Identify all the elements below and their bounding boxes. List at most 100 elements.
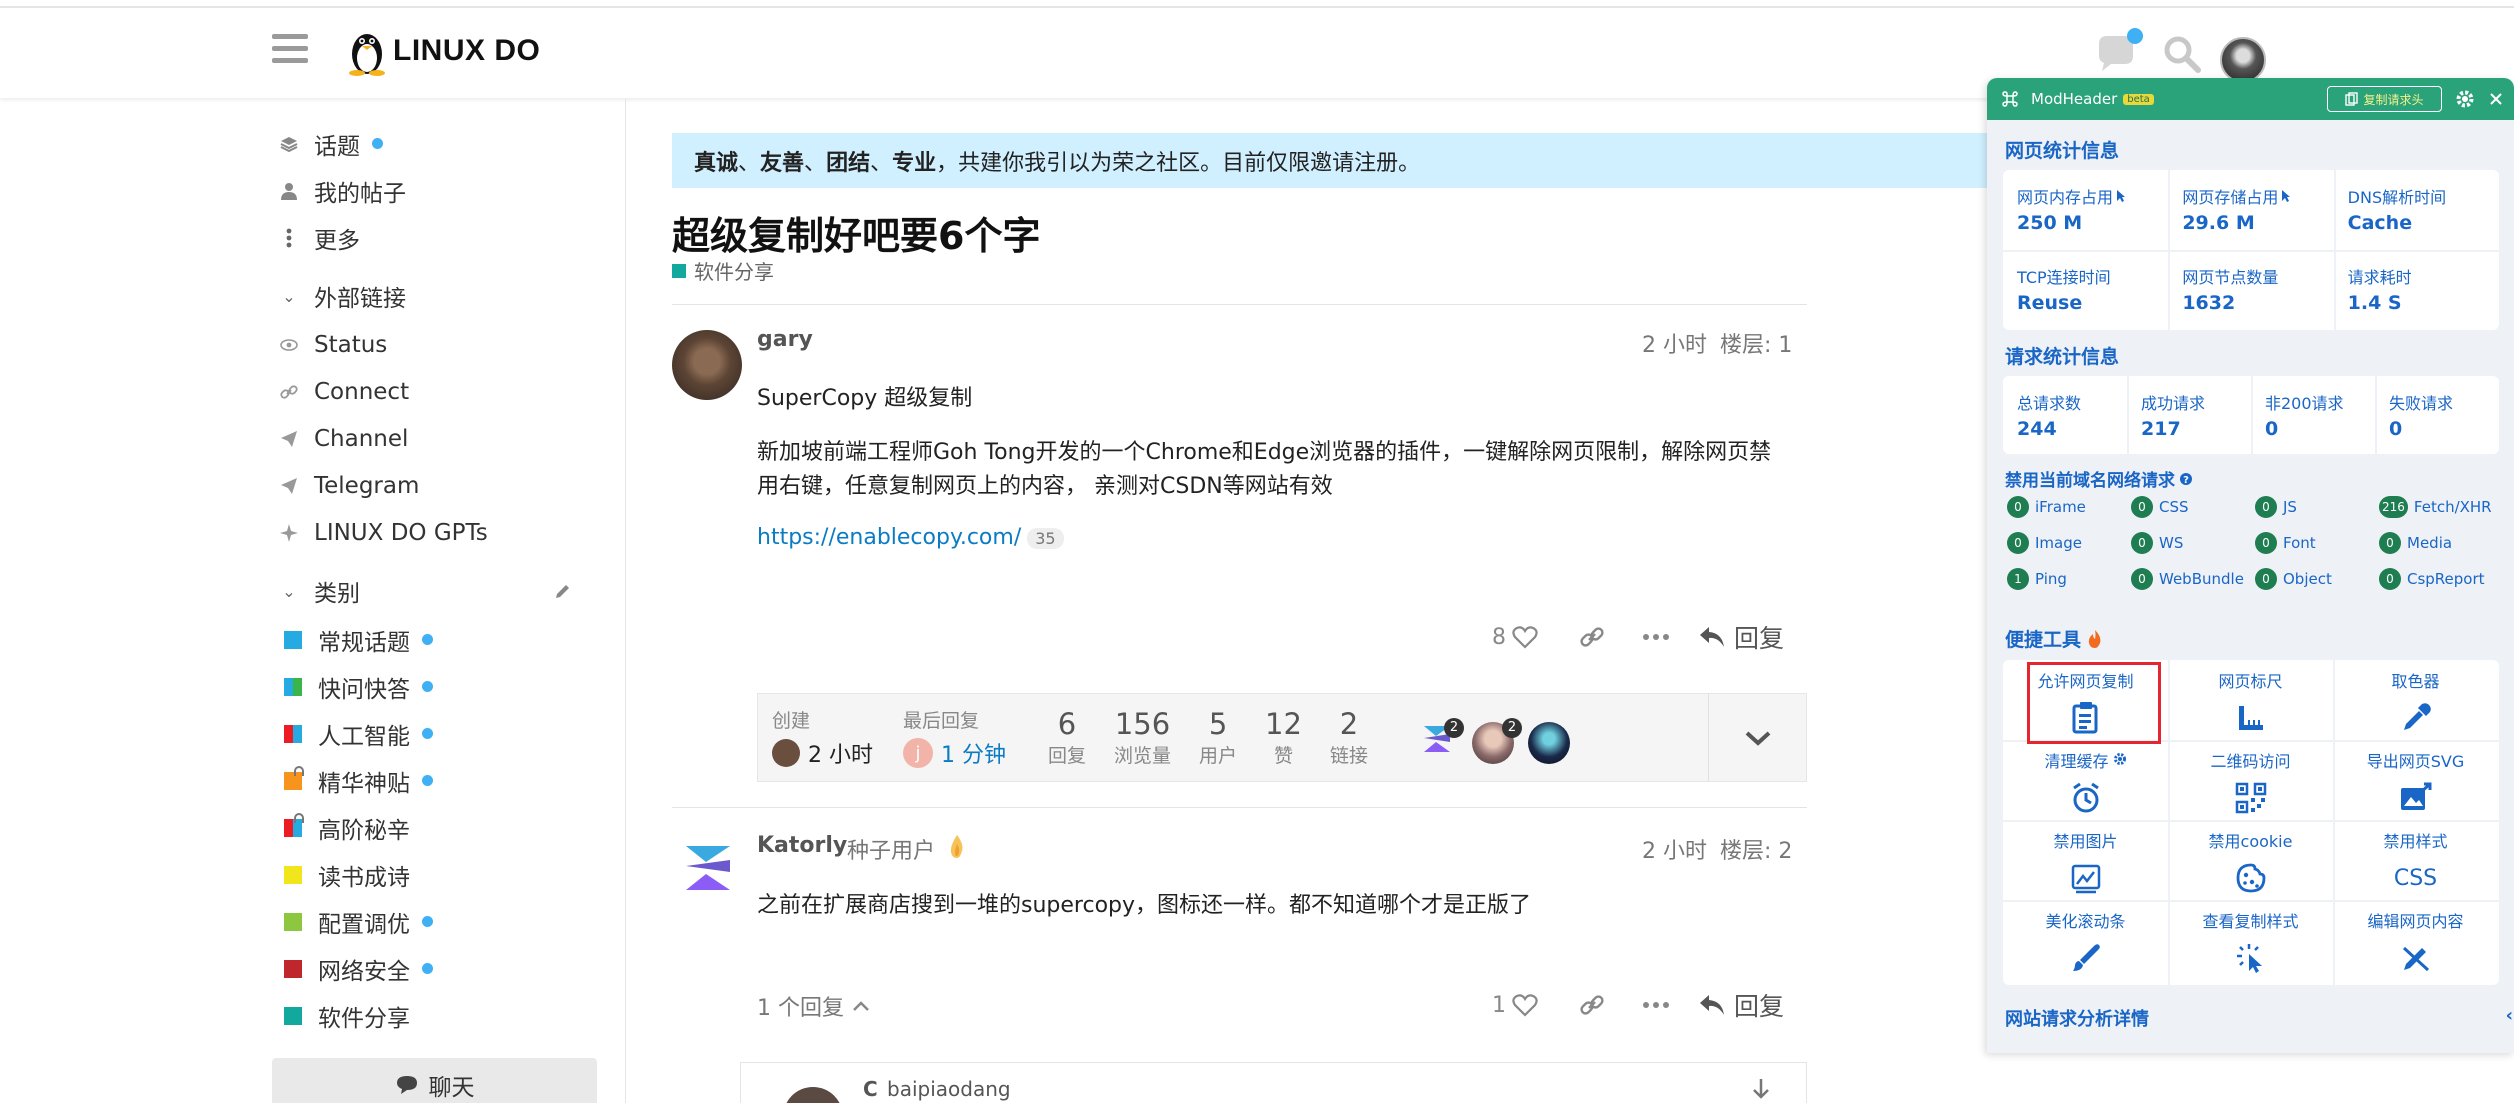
unread-dot [422, 963, 433, 974]
sidebar-category-item[interactable]: 常规话题 [272, 616, 612, 663]
sidebar-category-item[interactable]: 人工智能 [272, 710, 612, 757]
tool-button[interactable]: 二维码访问 [2168, 740, 2333, 824]
topic-number-stat[interactable]: 5 用户 [1199, 707, 1237, 768]
participant-post-count: 2 [1443, 717, 1464, 738]
created-stat[interactable]: 创建 2 小时 [772, 706, 873, 769]
category-color-square [672, 263, 686, 278]
block-request-toggle[interactable]: 0 JS [2255, 496, 2297, 518]
tool-button[interactable]: 取色器 [2333, 660, 2498, 744]
sidebar-category-item[interactable]: 高阶秘辛 [272, 804, 612, 851]
more-actions-button[interactable] [1624, 985, 1688, 1025]
tool-label-text: 编辑网页内容 [2367, 912, 2464, 931]
block-request-toggle[interactable]: 0 WebBundle [2131, 568, 2244, 590]
topic-category[interactable]: 软件分享 [672, 256, 774, 285]
more-actions-button[interactable] [1624, 617, 1688, 657]
sidebar-item-status[interactable]: Status [272, 321, 612, 368]
sidebar-item-connect[interactable]: Connect [272, 368, 612, 415]
gear-icon[interactable] [2455, 89, 2475, 109]
topic-number-stat[interactable]: 156 浏览量 [1114, 707, 1171, 768]
stat-key: 请求耗时 [2348, 264, 2412, 288]
cursor-icon[interactable] [2116, 188, 2126, 207]
topic-number-stat[interactable]: 12 赞 [1265, 707, 1302, 768]
sidebar-item-topics[interactable]: 话题 [272, 120, 612, 167]
search-icon[interactable] [2162, 34, 2202, 74]
sidebar-item-my-posts[interactable]: 我的帖子 [272, 167, 612, 214]
tools-title: 便捷工具 [2005, 625, 2103, 652]
sidebar-category-item[interactable]: 网络安全 [272, 945, 612, 992]
post-time[interactable]: 2 小时 [1642, 833, 1707, 865]
block-request-toggle[interactable]: 0 CspReport [2379, 568, 2485, 590]
cursor-icon[interactable] [2281, 188, 2291, 207]
sidebar-category-item[interactable]: 配置调优 [272, 898, 612, 945]
show-replies-button[interactable]: 1 个回复 [757, 990, 870, 1022]
request-analysis-link[interactable]: 网站请求分析详情 ‹ [2005, 1005, 2513, 1031]
tool-button[interactable]: 查看复制样式 [2168, 900, 2333, 984]
stat-cell: 请求耗时 1.4 S [2348, 264, 2412, 314]
post-paragraph: 用右键，任意复制网页上的内容， 亲测对CSDN等网站有效 [757, 474, 1333, 499]
tool-button[interactable]: 禁用cookie [2168, 820, 2333, 904]
link-text[interactable]: https://enablecopy.com/ [757, 525, 1021, 550]
block-request-toggle[interactable]: 0 iFrame [2007, 496, 2086, 518]
tool-button[interactable]: 禁用图片 [2003, 820, 2168, 904]
like-button[interactable]: 8 [1480, 617, 1550, 657]
tool-button[interactable]: 清理缓存 [2003, 740, 2168, 824]
sidebar-item-channel[interactable]: Channel [272, 415, 612, 462]
reply-button[interactable]: 回复 [1698, 985, 1784, 1025]
post-avatar-katorly[interactable] [672, 832, 742, 902]
topic-number-stat[interactable]: 6 回复 [1048, 707, 1086, 768]
sidebar-category-item[interactable]: 快问快答 [272, 663, 612, 710]
external-links-header[interactable]: ⌄ 外部链接 [272, 271, 612, 321]
post-username[interactable]: gary [757, 327, 813, 352]
last-reply-stat[interactable]: 最后回复 j 1 分钟 [903, 706, 1006, 769]
sidebar-item-label: 软件分享 [318, 1005, 410, 1032]
sidebar-category-item[interactable]: 读书成诗 [272, 851, 612, 898]
post-avatar-gary[interactable] [672, 330, 742, 400]
sidebar-category-item[interactable]: 精华神贴 [272, 757, 612, 804]
sidebar-category-item[interactable]: 软件分享 [272, 992, 612, 1039]
sidebar-item-telegram[interactable]: Telegram [272, 462, 612, 509]
request-stats-title: 请求统计信息 [2005, 346, 2120, 368]
user-avatar[interactable] [2220, 37, 2266, 83]
tool-button[interactable]: 网页标尺 [2168, 660, 2333, 744]
copy-headers-button[interactable]: 复制请求头 [2327, 86, 2442, 112]
copy-link-button[interactable] [1560, 617, 1624, 657]
participant-avatar[interactable] [1527, 721, 1570, 764]
post-username[interactable]: Katorly [757, 833, 847, 858]
tool-label-text: 查看复制样式 [2202, 912, 2299, 931]
gear-icon[interactable] [2113, 751, 2127, 770]
block-request-toggle[interactable]: 0 Image [2007, 532, 2082, 554]
expand-topic-map-button[interactable] [1708, 694, 1806, 781]
block-request-toggle[interactable]: 1 Ping [2007, 568, 2067, 590]
topic-title[interactable]: 超级复制好吧要6个字 [672, 205, 1040, 260]
post-time[interactable]: 2 小时 [1642, 327, 1707, 359]
sidebar-item-more[interactable]: 更多 [272, 214, 612, 261]
tool-button[interactable]: 编辑网页内容 [2333, 900, 2498, 984]
block-request-toggle[interactable]: 0 CSS [2131, 496, 2189, 518]
block-request-toggle[interactable]: 0 Object [2255, 568, 2332, 590]
help-circle-icon[interactable]: ? [2179, 472, 2193, 486]
block-request-toggle[interactable]: 0 WS [2131, 532, 2183, 554]
reply-username[interactable]: baipiaodang [887, 1077, 1011, 1101]
categories-header[interactable]: ⌄ 类别 [272, 566, 612, 616]
reply-button[interactable]: 回复 [1698, 617, 1784, 657]
tool-button[interactable]: 美化滚动条 [2003, 900, 2168, 984]
chat-button[interactable]: 聊天 [272, 1058, 597, 1103]
topic-number-stat[interactable]: 2 链接 [1330, 707, 1368, 768]
tool-button[interactable]: 禁用样式 CSS [2333, 820, 2498, 904]
post-link[interactable]: https://enablecopy.com/35 [757, 525, 1064, 550]
pencil-icon[interactable] [554, 582, 572, 600]
sidebar-item-gpts[interactable]: LINUX DO GPTs [272, 509, 612, 556]
hamburger-menu-icon[interactable] [272, 34, 308, 70]
block-request-toggle[interactable]: 216 Fetch/XHR [2379, 496, 2492, 518]
arrow-down-icon[interactable] [1751, 1077, 1771, 1101]
block-request-toggle[interactable]: 0 Media [2379, 532, 2452, 554]
stat-label: 最后回复 [903, 710, 980, 732]
reply-avatar[interactable] [783, 1087, 843, 1103]
like-button[interactable]: 1 [1480, 985, 1550, 1025]
site-logo[interactable]: LINUX DO [345, 26, 540, 76]
chat-notification-icon[interactable] [2093, 28, 2145, 76]
block-request-toggle[interactable]: 0 Font [2255, 532, 2316, 554]
copy-link-button[interactable] [1560, 985, 1624, 1025]
tool-button[interactable]: 导出网页SVG [2333, 740, 2498, 824]
close-icon[interactable] [2489, 92, 2503, 106]
